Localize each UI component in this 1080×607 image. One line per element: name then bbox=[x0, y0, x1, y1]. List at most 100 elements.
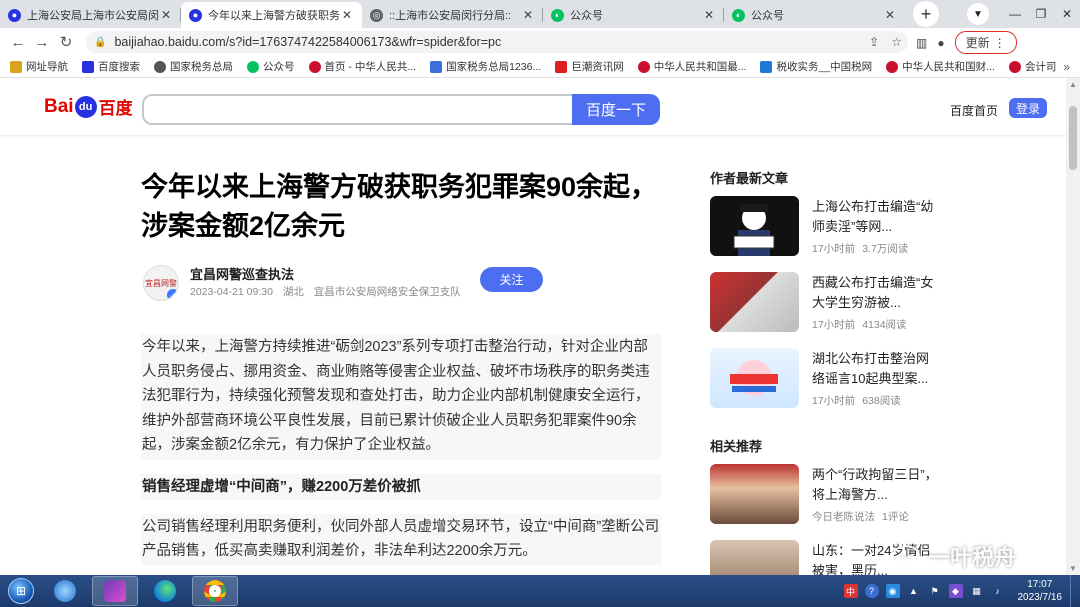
page-content: Bai du 百度 百度一下 百度首页 登录 今年以来上海警方破获职务犯罪案90… bbox=[0, 78, 1066, 575]
bookmarks-overflow-icon[interactable]: » bbox=[1063, 60, 1070, 74]
help-icon[interactable]: ? bbox=[864, 584, 879, 598]
list-item[interactable]: 西藏公布打击编造“女大学生穷游被... 17小时前 4134阅读 bbox=[710, 272, 950, 344]
system-clock[interactable]: 17:07 2023/7/16 bbox=[1018, 578, 1063, 604]
close-icon[interactable]: ✕ bbox=[883, 8, 897, 22]
close-icon[interactable]: ✕ bbox=[340, 8, 354, 22]
search-button[interactable]: 百度一下 bbox=[572, 94, 660, 125]
list-item[interactable]: 湖北公布打击整治网络谣言10起典型案... 17小时前 638阅读 bbox=[710, 348, 950, 420]
chevron-down-icon: ▼ bbox=[973, 8, 983, 20]
taskbar-item-ie[interactable] bbox=[42, 576, 88, 606]
thumbnail-image[interactable] bbox=[710, 272, 799, 332]
bookmark-item[interactable]: 中华人民共和国财... bbox=[886, 59, 995, 74]
bookmark-icon bbox=[555, 60, 568, 73]
bookmark-label: 税收实务__中国税网 bbox=[776, 61, 873, 73]
follow-button[interactable]: 关注 bbox=[480, 267, 543, 292]
thumbnail-image[interactable] bbox=[710, 540, 799, 575]
login-button[interactable]: 登录 bbox=[1009, 98, 1047, 118]
bookmark-item[interactable]: 国家税务总局 bbox=[154, 59, 233, 74]
bookmark-label: 中华人民共和国最... bbox=[653, 61, 747, 73]
show-hidden-icons[interactable]: ▲ bbox=[907, 584, 921, 598]
globe-icon: ◎ bbox=[370, 8, 383, 22]
taskbar-item-chrome[interactable] bbox=[192, 576, 238, 606]
search-input[interactable] bbox=[142, 94, 572, 125]
article-paragraph: 今年以来，上海警方持续推进“砺剑2023”系列专项打击整治行动，针对企业内部人员… bbox=[141, 334, 661, 460]
network-icon[interactable]: ▦ bbox=[970, 584, 984, 598]
tab-search-button[interactable]: ▼ bbox=[967, 3, 989, 25]
close-icon[interactable]: ✕ bbox=[159, 8, 173, 22]
chrome-icon bbox=[204, 580, 226, 602]
toolbar-right: ▥ ● 更新 ⋮ bbox=[916, 31, 1017, 54]
scroll-down-icon[interactable]: ▼ bbox=[1066, 564, 1080, 573]
wechat-icon: ◐◑ bbox=[892, 545, 920, 567]
card-meta: 17小时前 3.7万阅读 bbox=[812, 241, 915, 256]
ime-icon[interactable]: 中 bbox=[843, 584, 858, 598]
minimize-icon[interactable]: — bbox=[1002, 7, 1028, 21]
star-icon[interactable]: ☆ bbox=[891, 35, 902, 49]
side-panel-icon[interactable]: ▥ bbox=[916, 36, 927, 50]
verified-icon: ✓ bbox=[167, 289, 178, 300]
close-window-icon[interactable]: ✕ bbox=[1054, 7, 1080, 21]
card-title: 湖北公布打击整治网络谣言10起典型案... bbox=[812, 351, 930, 386]
tab-2[interactable]: ◎ ::上海市公安局闵行分局:: ✕ bbox=[362, 2, 543, 28]
system-tray: 中 ? ◉ ▲ ⚑ ◆ ▦ ♪ 17:07 2023/7/16 bbox=[843, 575, 1080, 607]
tab-0[interactable]: ● 上海公安局上海市公安局闵行分局 ✕ bbox=[0, 2, 181, 28]
bookmark-item[interactable]: 会计司 bbox=[1008, 59, 1056, 74]
start-button[interactable]: ⊞ bbox=[4, 576, 38, 606]
bookmark-item[interactable]: 公众号 bbox=[247, 59, 295, 74]
share-icon[interactable]: ⇪ bbox=[869, 35, 879, 49]
bookmark-item[interactable]: 网址导航 bbox=[10, 59, 68, 74]
bookmark-item[interactable]: 百度搜索 bbox=[82, 59, 140, 74]
thumbnail-image[interactable] bbox=[710, 348, 799, 408]
restore-icon[interactable]: ❐ bbox=[1028, 7, 1054, 21]
clock-time: 17:07 bbox=[1027, 579, 1053, 590]
list-item[interactable]: 两个“行政拘留三日”，将上海警方... 今日老陈说法 1评论 bbox=[710, 464, 950, 536]
card-source: 今日老陈说法 bbox=[812, 511, 875, 523]
close-icon[interactable]: ✕ bbox=[702, 8, 716, 22]
forward-icon[interactable]: → bbox=[30, 34, 54, 51]
bookmark-item[interactable]: 中华人民共和国最... bbox=[637, 59, 747, 74]
scrollbar-thumb[interactable] bbox=[1069, 106, 1077, 170]
thumbnail-image[interactable] bbox=[710, 196, 799, 256]
card-meta: 17小时前 4134阅读 bbox=[812, 317, 914, 332]
scroll-up-icon[interactable]: ▲ bbox=[1066, 80, 1080, 89]
reload-icon[interactable]: ↻ bbox=[54, 33, 78, 51]
windows-taskbar: ⊞ 中 ? ◉ ▲ ⚑ ◆ ▦ ♪ 17:07 2023/7/16 bbox=[0, 575, 1080, 607]
article-paragraph: 公司销售经理利用职务便利，伙同外部人员虚增交易环节，设立“中间商”垄断公司产品销… bbox=[141, 513, 661, 565]
bookmark-icon bbox=[10, 60, 22, 73]
logo-text-cn: 百度 bbox=[98, 99, 133, 118]
tab-bar: ● 上海公安局上海市公安局闵行分局 ✕ ● 今年以来上海警方破获职务犯罪 ✕ ◎… bbox=[0, 0, 1080, 28]
scrollbar[interactable]: ▲ ▼ bbox=[1066, 78, 1080, 575]
omnibox-actions: ⇪ ☆ bbox=[869, 35, 902, 49]
thumbnail-image[interactable] bbox=[710, 464, 799, 524]
show-desktop-button[interactable] bbox=[1070, 575, 1080, 607]
bookmark-item[interactable]: 税收实务__中国税网 bbox=[760, 59, 872, 74]
shield-icon[interactable]: ◆ bbox=[948, 584, 963, 598]
home-link[interactable]: 百度首页 bbox=[950, 102, 998, 119]
wechat-icon: ◐ bbox=[732, 8, 745, 22]
card-comments: 1评论 bbox=[882, 511, 909, 523]
taskbar-item-app[interactable] bbox=[92, 576, 138, 606]
volume-icon[interactable]: ♪ bbox=[991, 584, 1005, 598]
avatar[interactable]: 宜昌网警 ✓ bbox=[143, 265, 179, 301]
profile-icon[interactable]: ● bbox=[937, 36, 944, 50]
tab-1[interactable]: ● 今年以来上海警方破获职务犯罪 ✕ bbox=[181, 2, 362, 28]
tray-app-icon[interactable]: ◉ bbox=[885, 584, 900, 598]
back-icon[interactable]: ← bbox=[6, 34, 30, 51]
bookmark-item[interactable]: 巨潮资讯网 bbox=[555, 59, 624, 74]
flag-icon[interactable]: ⚑ bbox=[928, 584, 942, 598]
tab-3[interactable]: ◐ 公众号 ✕ bbox=[543, 2, 724, 28]
update-button[interactable]: 更新 ⋮ bbox=[954, 31, 1017, 54]
taskbar-item-edge[interactable] bbox=[142, 576, 188, 606]
lock-icon[interactable]: 🔒 bbox=[94, 37, 106, 48]
url-text: baijiahao.baidu.com/s?id=176374742258400… bbox=[114, 35, 502, 49]
bookmark-icon bbox=[760, 60, 773, 73]
author-name[interactable]: 宜昌网警巡查执法 bbox=[190, 264, 294, 283]
url-field[interactable]: 🔒 baijiahao.baidu.com/s?id=1763747422584… bbox=[86, 31, 908, 53]
close-icon[interactable]: ✕ bbox=[521, 8, 535, 22]
new-tab-button[interactable]: + bbox=[913, 1, 939, 27]
tab-4[interactable]: ◐ 公众号 ✕ bbox=[724, 2, 905, 28]
bookmark-item[interactable]: 首页 - 中华人民共... bbox=[308, 59, 416, 74]
baidu-logo[interactable]: Bai du 百度 bbox=[44, 94, 133, 119]
bookmark-item[interactable]: 国家税务总局1236... bbox=[430, 59, 541, 74]
list-item[interactable]: 上海公布打击编造“幼师卖淫”等网... 17小时前 3.7万阅读 bbox=[710, 196, 950, 268]
